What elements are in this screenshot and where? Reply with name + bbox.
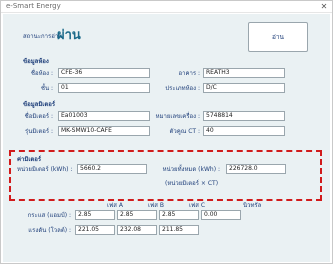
meter-id-field[interactable]: Ea01003	[58, 111, 150, 121]
building-label: อาคาร :	[178, 70, 200, 77]
building-field[interactable]: REATH3	[203, 68, 285, 78]
serial-label: หมายเลขเครื่อง :	[155, 113, 200, 120]
voltage-label: แรงดัน (โวลต์) :	[28, 227, 71, 234]
current-phase-c-field[interactable]: 2.85	[159, 210, 199, 220]
title-bar: e-Smart Energy ✕	[1, 1, 332, 13]
room-name-label: ชื่อห้อง :	[30, 70, 53, 77]
current-neutral-field[interactable]: 0.00	[201, 210, 241, 220]
current-label: กระแส (แอมป์) :	[27, 212, 71, 219]
room-type-field[interactable]: D/C	[203, 83, 285, 93]
total-unit-field[interactable]: 226728.0	[226, 164, 286, 174]
voltage-phase-a-field[interactable]: 221.05	[75, 225, 115, 235]
read-button[interactable]: อ่าน	[248, 22, 308, 52]
ct-field[interactable]: 40	[203, 126, 285, 136]
meter-reading-highlight	[9, 150, 322, 201]
neutral-header: นิวทรัล	[243, 202, 262, 209]
model-field[interactable]: MK-SMW10-CAFE	[58, 126, 150, 136]
meter-unit-field[interactable]: 5660.2	[77, 164, 147, 174]
meter-id-label: ชื่อมิเตอร์ :	[24, 113, 53, 120]
room-name-field[interactable]: CFE-36	[58, 68, 150, 78]
phase-a-header: เฟส A	[107, 202, 123, 209]
reading-section-title: ค่ามิเตอร์	[17, 156, 42, 163]
current-phase-a-field[interactable]: 2.85	[75, 210, 115, 220]
status-value: ผ่าน	[57, 28, 81, 43]
e-smart-energy-window: e-Smart Energy ✕ สถานะการอ่าน ผ่าน อ่าน …	[0, 0, 333, 264]
room-section-title: ข้อมูลห้อง	[23, 58, 49, 65]
form-body: สถานะการอ่าน ผ่าน อ่าน ข้อมูลห้อง ชื่อห้…	[3, 14, 330, 262]
voltage-phase-c-field[interactable]: 211.85	[159, 225, 199, 235]
meter-section-title: ข้อมูลมิเตอร์	[23, 101, 56, 108]
total-unit-note: (หน่วยมิเตอร์ × CT)	[165, 180, 219, 187]
serial-field[interactable]: 5748814	[203, 111, 285, 121]
ct-label: ตัวคูณ CT :	[169, 128, 200, 135]
total-unit-label: หน่วยทั้งหมด (kWh) :	[162, 166, 220, 173]
window-title: e-Smart Energy	[6, 2, 61, 10]
current-phase-b-field[interactable]: 2.85	[117, 210, 157, 220]
meter-unit-label: หน่วยมิเตอร์ (kWh) :	[17, 166, 73, 173]
model-label: รุ่นมิเตอร์ :	[25, 128, 53, 135]
floor-label: ชั้น :	[40, 85, 53, 92]
close-icon[interactable]: ✕	[319, 1, 329, 12]
voltage-phase-b-field[interactable]: 232.08	[117, 225, 157, 235]
room-type-label: ประเภทห้อง :	[165, 85, 200, 92]
phase-b-header: เฟส B	[148, 202, 164, 209]
floor-field[interactable]: 01	[58, 83, 150, 93]
phase-c-header: เฟส C	[189, 202, 206, 209]
